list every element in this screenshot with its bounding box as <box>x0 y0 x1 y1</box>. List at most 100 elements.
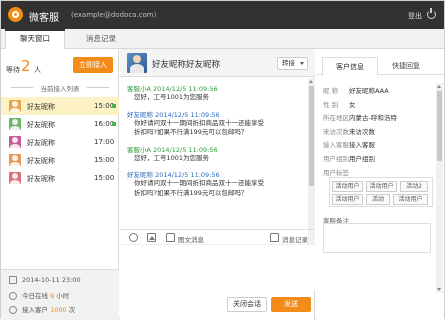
user-tags-label: 用户标签 <box>323 169 349 177</box>
scroll-up-icon[interactable] <box>309 80 313 83</box>
close-session-button[interactable]: 关闭会话 <box>227 297 267 312</box>
customer-field: 所在地区内蒙古-呼和浩特 <box>323 112 397 122</box>
stat-online-today: 今日在线 9 小时 <box>9 290 69 300</box>
message-meta: 客服小A 2014/12/5 11:09:56 <box>127 145 218 154</box>
field-label: 用户组别 <box>323 154 349 163</box>
send-button[interactable]: 发送 <box>271 297 311 312</box>
top-bar: 微客服 (example@dodoca.com) 登出 <box>1 1 444 29</box>
message-toolbar: 图文消息 消息记录 <box>120 229 315 245</box>
chevron-down-icon <box>300 62 304 65</box>
tag-chip[interactable]: 活动用户 <box>393 194 428 205</box>
power-icon[interactable] <box>427 8 436 19</box>
chat-header: 好友昵称好友昵称 转接 <box>120 49 315 77</box>
field-value: 内蒙古-呼和浩特 <box>349 114 397 122</box>
app-window: 微客服 (example@dodoca.com) 登出 聊天窗口 消息记录 等待… <box>0 0 445 320</box>
tag-chip[interactable]: 活动 <box>366 194 390 205</box>
tab-chat-window[interactable]: 聊天窗口 <box>5 29 65 50</box>
message-input[interactable] <box>120 245 315 290</box>
chat-bubble-icon <box>9 306 17 314</box>
visitor-time: 15:00 <box>94 174 115 182</box>
message-history-button[interactable]: 消息记录 <box>282 234 308 244</box>
message-text: 折扣吗?如果不行满199元可以包邮吗？ <box>134 188 248 197</box>
scroll-up-icon[interactable] <box>437 85 441 88</box>
visitor-name: 好友昵称 <box>27 139 55 147</box>
tag-chip[interactable]: 活动2 <box>400 181 428 192</box>
field-value: 接入客服 <box>349 141 375 149</box>
customer-tabs: 客户信息 快捷回复 <box>316 57 444 76</box>
field-label: 来访次数 <box>323 127 349 136</box>
avatar <box>9 172 21 184</box>
visitor-name: 好友昵称 <box>27 103 55 111</box>
field-value: 女 <box>349 100 356 109</box>
customer-field: 性 别女 <box>323 99 356 109</box>
message-meta: 客服小A 2014/12/5 11:09:56 <box>127 85 218 93</box>
waiting-label: 等待 <box>6 66 20 74</box>
agent-note-input[interactable] <box>323 223 431 253</box>
waiting-unit: 人 <box>34 66 41 74</box>
tag-chip[interactable]: 活动用户 <box>332 181 363 192</box>
tag-chip[interactable]: 活动用户 <box>332 194 363 205</box>
field-value: 来访次数 <box>349 127 375 136</box>
message-text: 折扣吗?如果不行满199元可以包邮吗？ <box>134 128 248 136</box>
avatar <box>9 136 21 148</box>
customer-field: 接入客服接入客服 <box>323 139 375 149</box>
rich-message-icon[interactable] <box>166 233 175 242</box>
visitor-queue-panel: 等待 2 人 立即接入 当前接入列表 好友昵称 15:00 好友昵称 16:00 好友昵… <box>1 49 119 320</box>
customer-panel: 客户信息 快捷回复 昵 称 好友昵称AAA 性 别 女所在地区内蒙古-呼和浩特 来访次数… <box>316 49 444 320</box>
message-text: 您好，工号1001为您服务 <box>134 153 210 162</box>
logout-link[interactable]: 登出 <box>408 11 422 21</box>
chat-panel: 好友昵称好友昵称 转接 客服小A 2014/12/5 11:09:56 您好，工号… <box>120 49 315 320</box>
stat-datetime: 2014-10-11 23:00 <box>9 276 81 284</box>
visitor-name: 好友昵称 <box>27 157 55 165</box>
clock-icon <box>9 292 17 300</box>
visitor-list-item[interactable]: 好友昵称 15:00 <box>1 169 119 187</box>
field-value: 用户组别 <box>349 154 375 163</box>
field-label: 接入客服 <box>323 141 349 149</box>
contact-avatar <box>127 53 147 73</box>
customer-field: 来访次数来访次数 <box>323 126 375 136</box>
tab-quick-reply[interactable]: 快捷回复 <box>378 57 434 75</box>
accept-now-button[interactable]: 立即接入 <box>73 57 113 73</box>
brand-logo-icon <box>8 7 23 22</box>
message-meta: 好友昵称 2014/12/5 11:09:56 <box>127 171 220 179</box>
visitor-list-item[interactable]: 好友昵称 17:00 <box>1 133 119 151</box>
scroll-thumb[interactable] <box>309 86 314 186</box>
visitor-list-item[interactable]: 好友昵称 16:00 <box>1 115 119 133</box>
access-list-title: 当前接入列表 <box>1 83 119 93</box>
online-status-icon <box>112 122 116 126</box>
rich-message-button[interactable]: 图文消息 <box>178 234 204 244</box>
transfer-dropdown[interactable]: 转接 <box>277 57 308 70</box>
agent-stats: 2014-10-11 23:00 今日在线 9 小时 接入客户 1000 次 <box>1 269 119 320</box>
visitor-list-item[interactable]: 好友昵称 15:00 <box>1 151 119 169</box>
customer-scrollbar[interactable] <box>436 83 443 293</box>
emoji-icon[interactable] <box>129 233 138 242</box>
online-status-icon <box>112 104 116 108</box>
scroll-thumb[interactable] <box>437 91 442 161</box>
history-icon[interactable] <box>270 233 279 242</box>
tab-customer-info[interactable]: 客户信息 <box>322 57 378 76</box>
field-label: 昵 称 <box>323 87 339 95</box>
main-tabs: 聊天窗口 消息记录 <box>1 29 444 50</box>
waiting-count: 2 <box>21 57 31 75</box>
image-icon[interactable] <box>147 233 156 242</box>
avatar <box>9 100 21 112</box>
message-text: 您好，工号1001为您服务 <box>134 93 210 101</box>
tag-chip[interactable]: 活动用户 <box>366 181 397 192</box>
stat-access-customers: 接入客户 1000 次 <box>9 304 75 314</box>
visitor-time: 15:00 <box>94 156 115 164</box>
calendar-icon <box>9 276 17 284</box>
customer-field: 用户组别用户组别 <box>323 153 375 163</box>
visitor-name: 好友昵称 <box>27 121 55 129</box>
visitor-list-item[interactable]: 好友昵称 15:00 <box>1 97 119 115</box>
field-label: 性 别 <box>323 100 339 109</box>
tab-message-records[interactable]: 消息记录 <box>71 29 131 49</box>
avatar <box>9 118 21 130</box>
user-tags: 活动用户 活动用户 活动2 活动用户 活动 活动用户 <box>329 177 433 207</box>
message-meta: 好友昵称 2014/12/5 11:09:56 <box>127 110 220 119</box>
customer-field: 昵 称 好友昵称AAA <box>323 85 389 95</box>
contact-name: 好友昵称好友昵称 <box>152 60 221 70</box>
scroll-down-icon[interactable] <box>437 288 441 291</box>
app-title: 微客服 <box>29 13 59 24</box>
visitor-name: 好友昵称 <box>27 175 55 183</box>
account-email: (example@dodoca.com) <box>71 11 157 19</box>
